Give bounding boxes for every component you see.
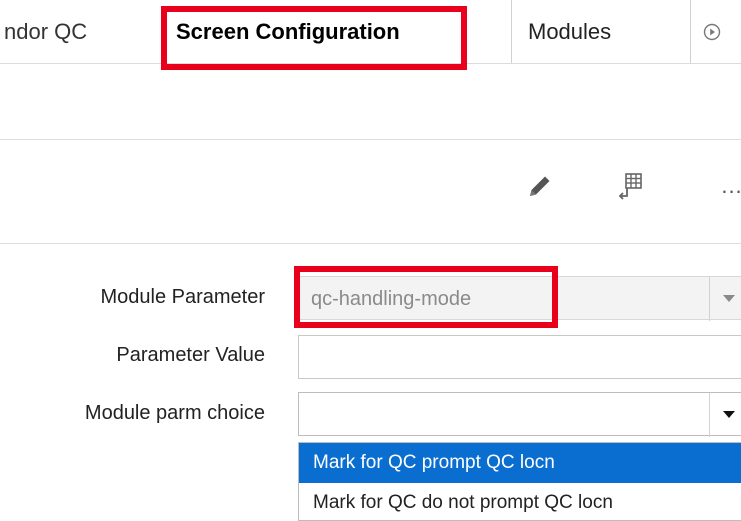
tab-vendor-qc[interactable]: ndor QC (4, 0, 87, 64)
highlight-frame-field (294, 266, 558, 328)
tab-divider (511, 0, 512, 64)
export-grid-button[interactable] (614, 170, 646, 202)
table-export-icon (618, 173, 642, 200)
module-parm-choice-select[interactable] (298, 392, 741, 437)
choice-dropdown-list: Mark for QC prompt QC locn Mark for QC d… (298, 442, 741, 521)
tab-vendor-qc-label: ndor QC (4, 19, 88, 44)
section-divider (0, 243, 741, 244)
parameter-value-label: Parameter Value (116, 344, 265, 366)
more-actions-label: ... (721, 173, 741, 198)
select-divider (709, 393, 710, 437)
select-divider (709, 277, 710, 321)
tab-modules[interactable]: Modules (528, 0, 611, 64)
highlight-frame-tab (161, 6, 467, 70)
tab-modules-label: Modules (528, 19, 612, 44)
chevron-down-icon[interactable] (723, 411, 735, 418)
tab-divider (690, 0, 691, 64)
dropdown-option[interactable]: Mark for QC prompt QC locn (299, 443, 741, 483)
pencil-icon (530, 176, 550, 196)
edit-button[interactable] (524, 170, 556, 202)
section-divider (0, 139, 741, 140)
play-circle-icon (703, 23, 721, 41)
chevron-down-icon[interactable] (723, 295, 735, 302)
more-actions-button[interactable]: ... (716, 170, 741, 202)
tab-overflow-button[interactable] (700, 20, 724, 44)
module-parm-choice-label: Module parm choice (84, 402, 265, 424)
parameter-value-input[interactable] (298, 335, 741, 379)
module-parameter-label: Module Parameter (100, 286, 265, 308)
dropdown-option[interactable]: Mark for QC do not prompt QC locn (299, 483, 741, 520)
